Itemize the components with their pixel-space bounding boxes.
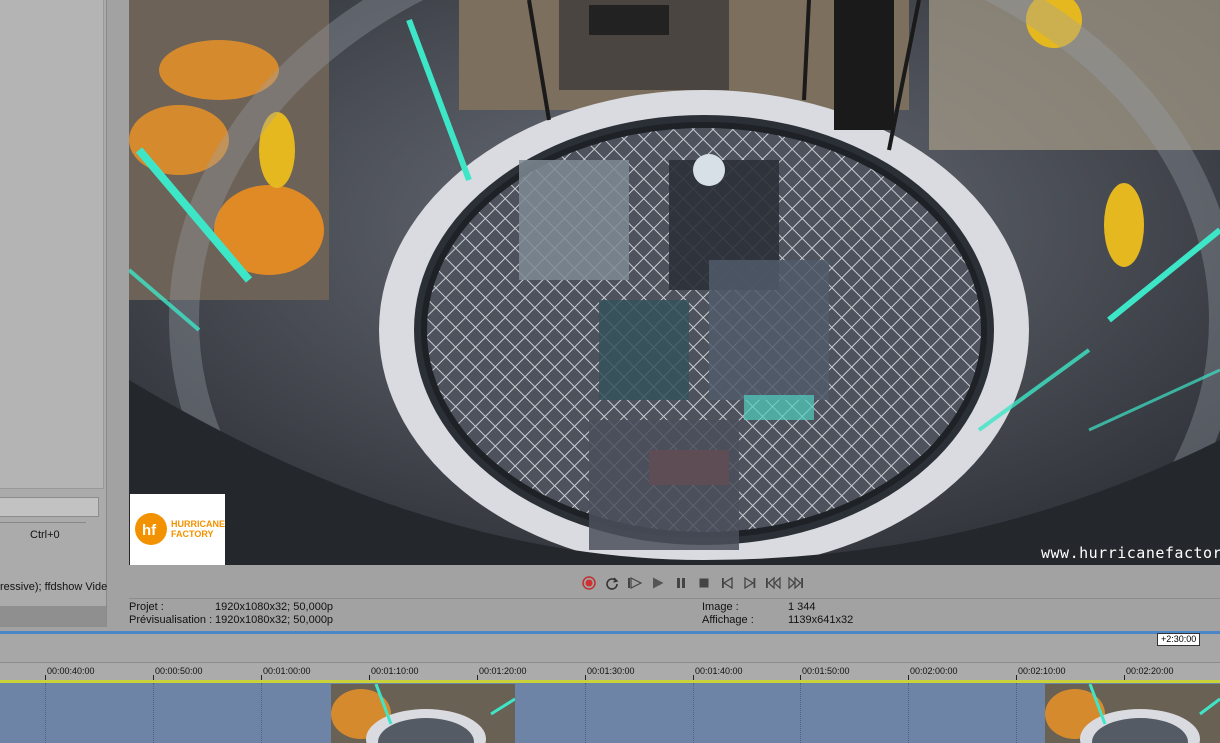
next-frame-button[interactable]: [741, 574, 758, 592]
clip-thumbnail-image: [331, 684, 515, 743]
step-back-icon: [765, 576, 781, 590]
loop-button[interactable]: [603, 574, 620, 592]
step-forward-icon: [787, 576, 803, 590]
preview-label: Prévisualisation :: [129, 614, 213, 626]
video-track[interactable]: [0, 683, 1220, 743]
track-grid-line: [261, 683, 262, 743]
track-grid-line: [45, 683, 46, 743]
ruler-tick-label: 00:02:20:00: [1126, 666, 1174, 676]
loop-icon: [605, 577, 618, 590]
ruler-tick-label: 00:01:30:00: [587, 666, 635, 676]
preview-value: 1920x1080x32; 50,000p: [215, 614, 334, 626]
previous-frame-icon: [721, 576, 733, 590]
project-value: 1920x1080x32; 50,000p: [215, 601, 334, 613]
ruler-tick-label: 00:01:00:00: [263, 666, 311, 676]
display-label: Affichage :: [702, 614, 754, 626]
timeline-marker-area[interactable]: [0, 634, 1220, 662]
zoom-shortcut-label: Ctrl+0: [30, 529, 60, 541]
ruler-tick-label: 00:00:50:00: [155, 666, 203, 676]
ruler-tick-label: 00:01:40:00: [695, 666, 743, 676]
video-preview[interactable]: [129, 0, 1220, 565]
record-button[interactable]: [580, 574, 597, 592]
step-forward-button[interactable]: [787, 574, 804, 592]
hurricane-factory-logo: hf HURRICANE FACTORY: [130, 494, 225, 565]
play-from-start-icon: [627, 577, 642, 589]
timecode-badge: +2:30:00: [1157, 633, 1201, 646]
video-frame: [129, 0, 1220, 565]
image-value: 1 344: [788, 601, 816, 613]
pause-icon: [676, 578, 685, 588]
track-grid-line: [800, 683, 801, 743]
preview-info-panel: Projet : 1920x1080x32; 50,000p Prévisual…: [129, 598, 1220, 629]
codec-info-label: ressive); ffdshow Vide: [0, 581, 108, 593]
track-grid-line: [693, 683, 694, 743]
pause-button[interactable]: [672, 574, 689, 592]
stop-icon: [699, 578, 708, 588]
logo-mark-text: hf: [142, 522, 157, 539]
left-panel-footer: [0, 606, 106, 627]
ruler-tick-label: 00:01:10:00: [371, 666, 419, 676]
track-grid-line: [1016, 683, 1017, 743]
project-label: Projet :: [129, 601, 164, 613]
left-panel-separator: [0, 522, 86, 523]
logo-text-line1: HURRICANE: [171, 519, 225, 529]
previous-frame-button[interactable]: [718, 574, 735, 592]
transport-controls: [580, 573, 804, 593]
stop-button[interactable]: [695, 574, 712, 592]
step-back-button[interactable]: [764, 574, 781, 592]
record-icon: [581, 576, 596, 590]
play-icon: [652, 577, 663, 589]
display-value: 1139x641x32: [788, 614, 854, 626]
clip-thumbnail-image: [1045, 684, 1220, 743]
ruler-tick-label: 00:01:50:00: [802, 666, 850, 676]
left-panel-field[interactable]: [0, 497, 99, 517]
ruler-tick-label: 00:00:40:00: [47, 666, 95, 676]
video-clip-thumbnail[interactable]: [331, 684, 515, 743]
track-grid-line: [908, 683, 909, 743]
ruler-tick-label: 00:02:10:00: [1018, 666, 1066, 676]
image-label: Image :: [702, 601, 739, 613]
video-clip-thumbnail[interactable]: [1045, 684, 1220, 743]
track-grid-line: [585, 683, 586, 743]
ruler-tick-label: 00:01:20:00: [479, 666, 527, 676]
next-frame-icon: [743, 576, 755, 590]
left-panel-content: [0, 0, 104, 489]
play-button[interactable]: [649, 574, 666, 592]
track-grid-line: [153, 683, 154, 743]
ruler-tick-label: 00:02:00:00: [910, 666, 958, 676]
video-watermark: www.hurricanefactor: [1041, 544, 1220, 562]
play-from-start-button[interactable]: [626, 574, 643, 592]
logo-text-line2: FACTORY: [171, 529, 214, 539]
